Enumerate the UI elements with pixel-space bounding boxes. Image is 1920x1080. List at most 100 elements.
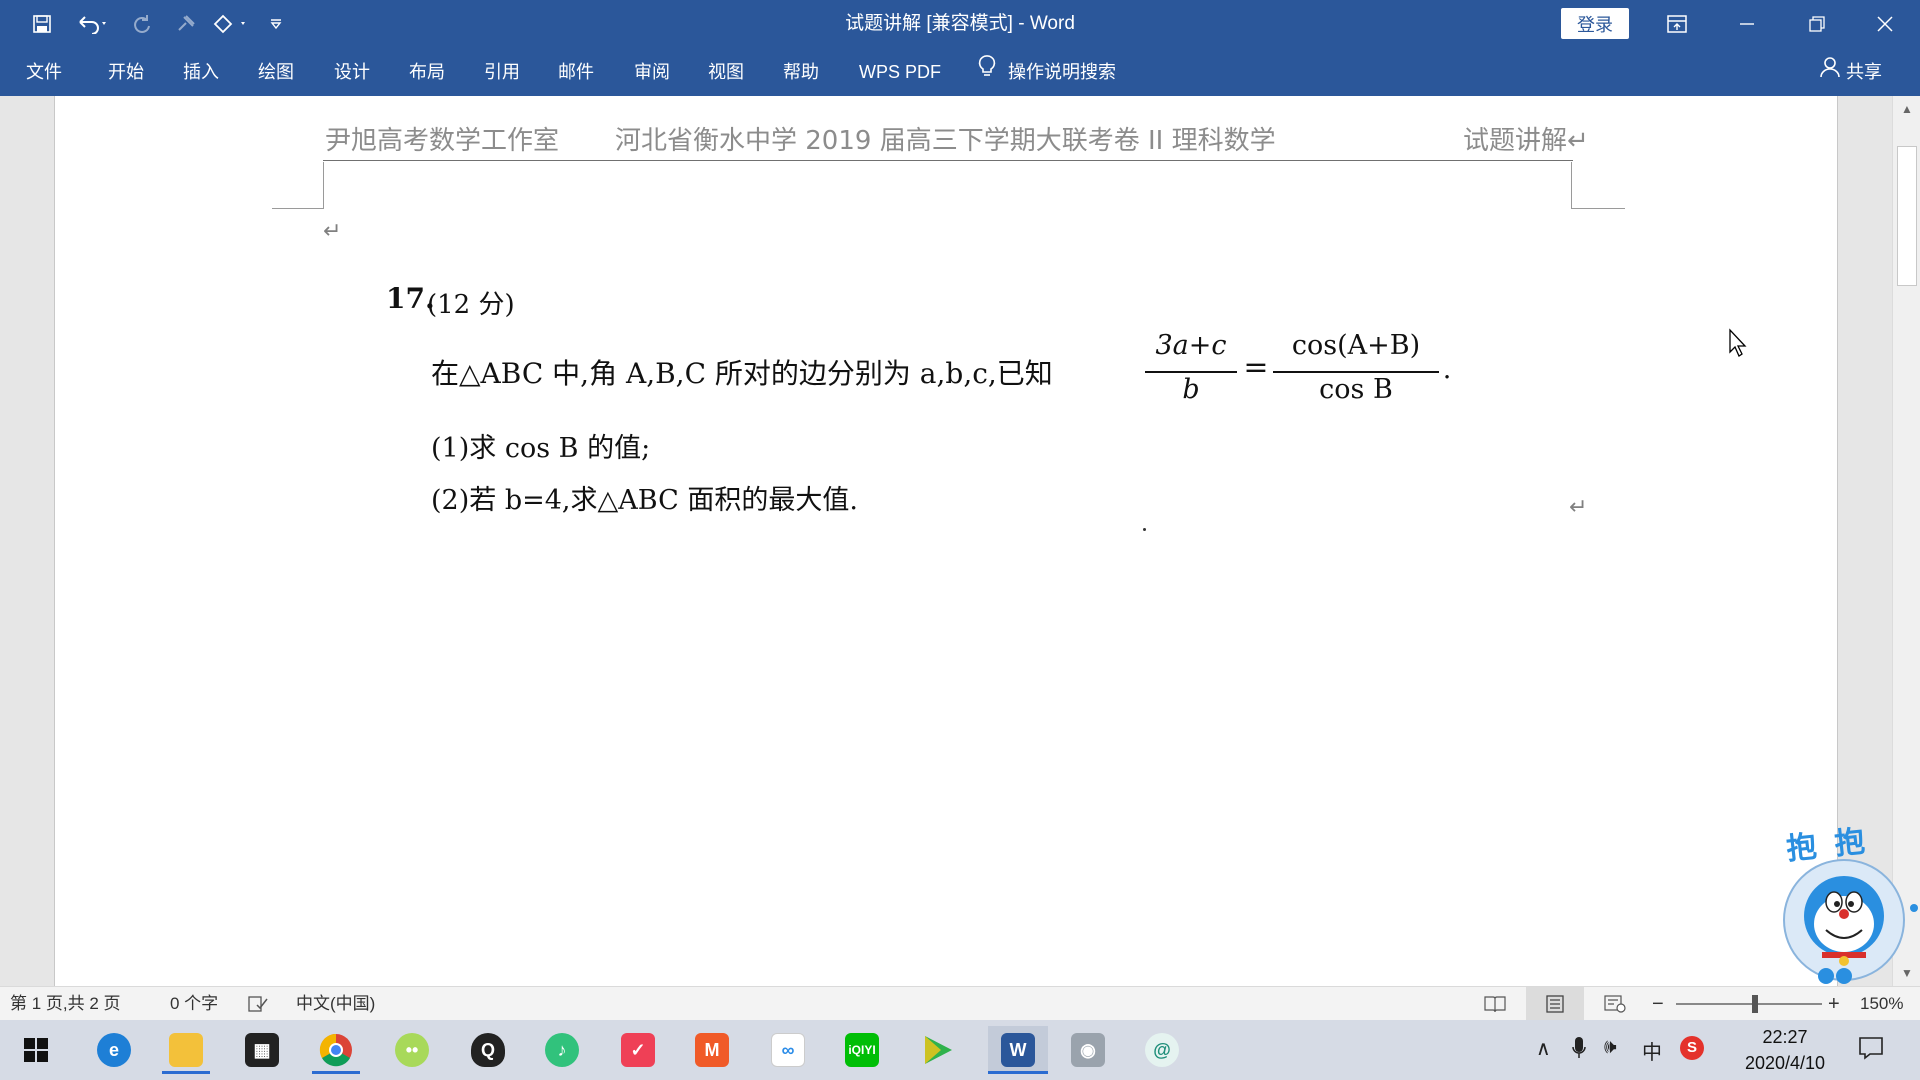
tab-review[interactable]: 审阅 (634, 48, 670, 96)
web-layout-icon[interactable] (1604, 987, 1626, 1021)
tab-design[interactable]: 设计 (334, 48, 370, 96)
fraction1-denominator: b (1182, 374, 1200, 405)
file-explorer-icon[interactable] (162, 1026, 210, 1074)
language-indicator[interactable]: 中文(中国) (296, 987, 375, 1021)
app-spiral-icon[interactable]: @ (1138, 1026, 1186, 1074)
document-area[interactable]: 尹旭高考数学工作室 河北省衡水中学 2019 届高三下学期大联考卷 II 理科数… (0, 96, 1892, 986)
lightbulb-icon (978, 48, 996, 96)
tab-draw[interactable]: 绘图 (258, 48, 294, 96)
bag-icon: ▦ (245, 1033, 279, 1067)
word-taskbar-icon[interactable]: W (988, 1026, 1048, 1074)
share-button[interactable]: 共享 (1820, 48, 1882, 96)
read-mode-icon[interactable] (1484, 987, 1506, 1021)
mascot-widget[interactable]: 抱 抱 (1780, 820, 1920, 990)
store-icon[interactable]: ▦ (238, 1026, 286, 1074)
zoom-out-icon[interactable]: − (1652, 987, 1664, 1021)
tab-file[interactable]: 文件 (26, 48, 62, 96)
print-layout-icon[interactable] (1526, 987, 1584, 1021)
tab-insert[interactable]: 插入 (183, 48, 219, 96)
edge-browser-icon[interactable]: e (90, 1026, 138, 1074)
restore-button[interactable] (1782, 0, 1852, 48)
zoom-slider-track[interactable] (1676, 1003, 1822, 1005)
tell-me-search[interactable]: 操作说明搜索 (978, 48, 1116, 96)
doraemon-icon (1783, 859, 1918, 984)
save-icon[interactable] (26, 8, 58, 40)
touch-mode-icon[interactable] (208, 8, 254, 40)
pocket-app-icon[interactable]: ✓ (614, 1026, 662, 1074)
fraction2-denominator: cos B (1319, 374, 1393, 405)
word-logo-icon: W (1001, 1033, 1035, 1067)
undo-icon[interactable] (70, 8, 116, 40)
tab-home[interactable]: 开始 (108, 48, 144, 96)
question-part-2: (2)若 b=4,求△ABC 面积的最大值. (431, 485, 858, 516)
crop-mark (323, 162, 324, 209)
word-count[interactable]: 0 个字 (170, 987, 218, 1021)
iqiyi-icon[interactable]: iQIYI (838, 1026, 886, 1074)
ime-indicator[interactable]: 中 (1642, 1036, 1662, 1065)
proofing-icon[interactable] (248, 987, 268, 1021)
fraction1-numerator: 3a+c (1155, 330, 1227, 361)
header-right: 试题讲解↵ (1463, 126, 1589, 156)
crop-mark (1571, 208, 1625, 209)
tab-layout[interactable]: 布局 (409, 48, 445, 96)
close-button[interactable] (1850, 0, 1920, 48)
show-hidden-icons-icon[interactable]: ∧ (1536, 1036, 1551, 1061)
sogou-input-icon[interactable]: S (1680, 1036, 1704, 1060)
active-indicator (988, 1071, 1048, 1074)
start-windows-icon[interactable] (12, 1026, 60, 1074)
crop-mark (272, 208, 324, 209)
zoom-slider-thumb[interactable] (1752, 995, 1758, 1013)
document-title: 试题讲解 [兼容模式] - Word (845, 13, 1075, 34)
tab-mailings[interactable]: 邮件 (558, 48, 594, 96)
iqiyi-logo-icon: iQIYI (845, 1033, 879, 1067)
tab-help[interactable]: 帮助 (783, 48, 819, 96)
qq-music-icon[interactable]: ♪ (538, 1026, 586, 1074)
zoom-level[interactable]: 150% (1860, 987, 1903, 1021)
video-app-icon[interactable]: M (688, 1026, 736, 1074)
edge-logo-icon: e (97, 1033, 131, 1067)
clock-time: 22:27 (1762, 1027, 1808, 1047)
tab-view[interactable]: 视图 (708, 48, 744, 96)
customize-qat-icon[interactable] (264, 8, 288, 40)
status-bar: 第 1 页,共 2 页 0 个字 中文(中国) − + 150% (0, 986, 1920, 1021)
share-label: 共享 (1846, 62, 1882, 82)
format-painter-icon[interactable] (170, 8, 202, 40)
zoom-in-icon[interactable]: + (1828, 987, 1840, 1021)
header-center: 河北省衡水中学 2019 届高三下学期大联考卷 II 理科数学 (615, 126, 1276, 156)
fraction1-bar (1145, 371, 1237, 373)
screenshot-tool-icon[interactable]: ◉ (1064, 1026, 1112, 1074)
baidu-netdisk-icon[interactable]: ∞ (764, 1026, 812, 1074)
paragraph-mark: ↵ (323, 218, 342, 243)
crop-mark (1571, 162, 1572, 209)
active-indicator (162, 1071, 210, 1074)
paragraph-mark: ↵ (1569, 494, 1588, 519)
ribbon-display-options-icon[interactable] (1642, 0, 1712, 48)
camera-icon: ◉ (1071, 1033, 1105, 1067)
media-player-icon[interactable] (914, 1026, 962, 1074)
microphone-icon[interactable] (1572, 1036, 1586, 1066)
period: . (1442, 354, 1452, 385)
scrollbar-thumb[interactable] (1897, 146, 1917, 286)
scroll-up-icon[interactable]: ▲ (1893, 98, 1920, 120)
taskbar-clock[interactable]: 22:27 2020/4/10 (1710, 1024, 1860, 1076)
login-button[interactable]: 登录 (1561, 8, 1629, 39)
minimize-button[interactable] (1712, 0, 1782, 48)
wechat-icon[interactable]: •• (388, 1026, 436, 1074)
document-page[interactable]: 尹旭高考数学工作室 河北省衡水中学 2019 届高三下学期大联考卷 II 理科数… (54, 96, 1838, 986)
ribbon-tabs: 文件 开始 插入 绘图 设计 布局 引用 邮件 审阅 视图 帮助 WPS PDF… (0, 48, 1920, 96)
clock-date: 2020/4/10 (1744, 1053, 1826, 1073)
equals-sign: = (1243, 350, 1269, 385)
chrome-icon[interactable] (312, 1026, 360, 1074)
tab-wps-pdf[interactable]: WPS PDF (859, 48, 941, 96)
active-indicator (312, 1071, 360, 1074)
tab-references[interactable]: 引用 (484, 48, 520, 96)
volume-icon[interactable]: 🕪 (1604, 1036, 1617, 1059)
pocket-logo-icon: ✓ (621, 1033, 655, 1067)
fraction2-bar (1273, 371, 1439, 373)
action-center-icon[interactable] (1858, 1036, 1884, 1066)
redo-icon[interactable] (126, 8, 158, 40)
qq-icon[interactable]: Q (464, 1026, 512, 1074)
taskbar: e ▦ •• Q ♪ ✓ M ∞ iQIYI W ◉ @ ∧ 🕪 中 S 22:… (0, 1020, 1920, 1080)
page-indicator[interactable]: 第 1 页,共 2 页 (10, 987, 121, 1021)
spiral-icon: @ (1145, 1033, 1179, 1067)
